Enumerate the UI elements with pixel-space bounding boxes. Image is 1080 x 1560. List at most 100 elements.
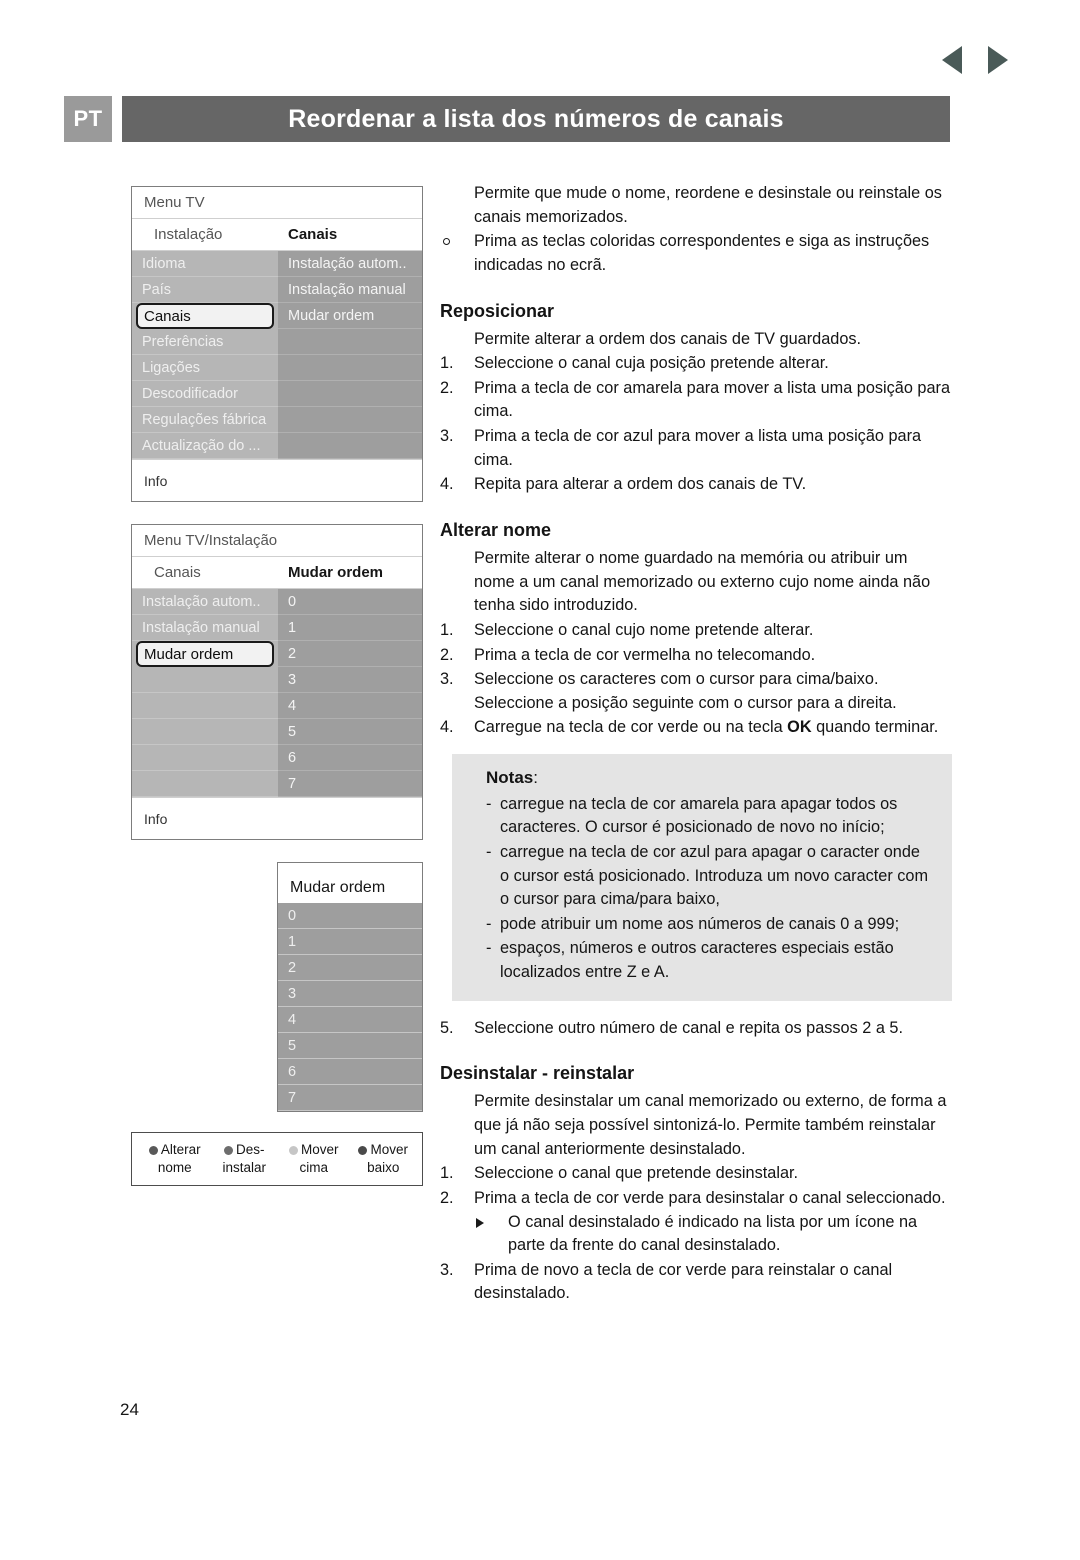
menu-item-ligacoes[interactable]: Ligações — [132, 355, 278, 381]
reposicionar-step: 4. Repita para alterar a ordem dos canai… — [440, 473, 952, 497]
channel-row[interactable]: 0 — [278, 589, 422, 615]
reposicionar-step: 2. Prima a tecla de cor amarela para mov… — [440, 377, 952, 424]
channel-row[interactable]: 1 — [278, 615, 422, 641]
tv-screen-2-channel-list: 0 1 2 3 4 5 6 7 — [278, 589, 422, 797]
channel-row[interactable]: 6 — [278, 745, 422, 771]
tv-screen-2-title: Menu TV/Instalação — [132, 525, 422, 557]
menu-item-pais[interactable]: País — [132, 277, 278, 303]
step-number: 3. — [440, 427, 454, 446]
desinstalar-step: 1. Seleccione o canal que pretende desin… — [440, 1162, 952, 1186]
arrow-right-icon[interactable] — [988, 46, 1008, 74]
substep-text: O canal desinstalado é indicado na lista… — [508, 1212, 918, 1255]
step-text: Repita para alterar a ordem dos canais d… — [474, 475, 807, 494]
tv-screen-1-left-list: Idioma País Canais Preferências Ligações… — [132, 251, 278, 459]
menu-item-actualizacao[interactable]: Actualização do ... — [132, 433, 278, 459]
triangle-bullet-icon — [474, 1211, 508, 1258]
color-key-alterar-nome[interactable]: Alterar nome — [140, 1141, 210, 1177]
submenu-item-blank — [278, 329, 422, 355]
submenu-item-mudar-ordem[interactable]: Mudar ordem — [278, 303, 422, 329]
color-key-label-line1: Mover — [300, 1142, 339, 1158]
desinstalar-step: 3. Prima de novo a tecla de cor verde pa… — [440, 1259, 952, 1306]
color-key-label-line2: nome — [157, 1160, 192, 1176]
tv-screen-2-panel-title: Mudar ordem — [288, 564, 384, 581]
step-number: 2. — [440, 1188, 454, 1207]
alterar-nome-step: 2. Prima a tecla de cor vermelha no tele… — [440, 644, 952, 668]
step-text: Carregue na tecla de cor verde ou na tec… — [474, 716, 952, 740]
step-number: 4. — [440, 718, 454, 737]
submenu-item-blank — [278, 433, 422, 459]
notes-title-colon: : — [533, 768, 538, 788]
tv-screen-1: Menu TV Instalação Canais Idioma País Ca… — [131, 186, 423, 502]
dash-bullet: - — [486, 842, 492, 861]
tv-screen-2-body: Instalação autom.. Instalação manual Mud… — [132, 589, 422, 797]
step-number: 2. — [440, 645, 454, 664]
reposicionar-lead: Permite alterar a ordem dos canais de TV… — [474, 329, 862, 348]
step4-post-text: quando terminar. — [811, 718, 939, 737]
step-number: 1. — [440, 620, 454, 639]
notes-title: Notas: — [486, 766, 932, 791]
submenu-item-instalacao-autom[interactable]: Instalação autom.. — [278, 251, 422, 277]
channel-row[interactable]: 7 — [278, 1085, 422, 1111]
step4-pre-text: Carregue na tecla de cor verde ou na tec… — [474, 718, 788, 737]
color-key-label-line2: cima — [299, 1160, 328, 1176]
channel-row[interactable]: 3 — [278, 981, 422, 1007]
step-text: Seleccione o canal cujo nome pretende al… — [474, 620, 814, 639]
channel-row[interactable]: 1 — [278, 929, 422, 955]
channel-row[interactable]: 5 — [278, 719, 422, 745]
tv-screen-1-body: Idioma País Canais Preferências Ligações… — [132, 251, 422, 459]
note-text: espaços, números e outros caracteres esp… — [500, 939, 894, 982]
alterar-nome-step-4: 4. Carregue na tecla de cor verde ou na … — [440, 716, 952, 740]
channel-row[interactable]: 3 — [278, 667, 422, 693]
channel-row[interactable]: 7 — [278, 771, 422, 797]
menu-item-regulacoes-fabrica[interactable]: Regulações fábrica — [132, 407, 278, 433]
tv-screen-1-panel-title: Canais — [288, 226, 338, 243]
step-text: Seleccione o canal que pretende desinsta… — [474, 1164, 799, 1183]
menu-item-blank — [132, 745, 278, 771]
submenu-item-instalacao-manual[interactable]: Instalação manual — [278, 277, 422, 303]
notes-title-bold: Notas — [486, 768, 534, 788]
menu-item-instalacao-manual[interactable]: Instalação manual — [132, 615, 278, 641]
channel-row[interactable]: 2 — [278, 955, 422, 981]
menu-item-instalacao-autom[interactable]: Instalação autom.. — [132, 589, 278, 615]
desinstalar-lead: Permite desinstalar um canal memorizado … — [474, 1092, 947, 1158]
color-key-desinstalar[interactable]: Des- instalar — [210, 1141, 280, 1177]
tv-screen-2-info: Info — [132, 797, 422, 839]
page-title: Reordenar a lista dos números de canais — [122, 96, 950, 142]
color-key-label-line2: instalar — [222, 1160, 267, 1176]
alterar-nome-step-5: 5. Seleccione outro número de canal e re… — [440, 1017, 952, 1041]
note-text: carregue na tecla de cor amarela para ap… — [500, 794, 898, 837]
menu-item-blank — [132, 667, 278, 693]
color-key-bar: Alterar nome Des- instalar Mover cima Mo… — [131, 1132, 423, 1186]
notes-box: Notas: - carregue na tecla de cor amarel… — [452, 754, 952, 1001]
submenu-item-blank — [278, 381, 422, 407]
tv-screen-2-left-list: Instalação autom.. Instalação manual Mud… — [132, 589, 278, 797]
channel-row[interactable]: 5 — [278, 1033, 422, 1059]
menu-item-blank — [132, 693, 278, 719]
channel-row[interactable]: 6 — [278, 1059, 422, 1085]
menu-item-mudar-ordem[interactable]: Mudar ordem — [136, 641, 274, 667]
step-number: 3. — [440, 1260, 454, 1279]
color-key-mover-baixo[interactable]: Mover baixo — [349, 1141, 419, 1177]
tv-screens-column: Menu TV Instalação Canais Idioma País Ca… — [131, 186, 423, 1186]
tv-screen-1-breadcrumb: Instalação — [154, 226, 223, 243]
menu-item-canais[interactable]: Canais — [136, 303, 274, 329]
color-key-label-line1: Alterar — [160, 1142, 201, 1158]
step-text: Prima a tecla de cor vermelha no telecom… — [474, 645, 816, 664]
arrow-left-icon[interactable] — [942, 46, 962, 74]
channel-row[interactable]: 4 — [278, 693, 422, 719]
submenu-item-blank — [278, 407, 422, 433]
intro-bullet-item: Prima as teclas coloridas correspondente… — [440, 230, 952, 277]
page-header: PT Reordenar a lista dos números de cana… — [64, 96, 950, 142]
desinstalar-substep: O canal desinstalado é indicado na lista… — [474, 1211, 952, 1258]
color-key-mover-cima[interactable]: Mover cima — [279, 1141, 349, 1177]
channel-row[interactable]: 4 — [278, 1007, 422, 1033]
channel-row[interactable]: 0 — [278, 903, 422, 929]
menu-item-descodificador[interactable]: Descodificador — [132, 381, 278, 407]
menu-item-preferencias[interactable]: Preferências — [132, 329, 278, 355]
dash-bullet: - — [486, 794, 492, 813]
channel-row[interactable]: 2 — [278, 641, 422, 667]
page-number: 24 — [120, 1400, 139, 1419]
menu-item-idioma[interactable]: Idioma — [132, 251, 278, 277]
tv-screen-1-title: Menu TV — [132, 187, 422, 219]
page-navigation — [942, 46, 1008, 74]
